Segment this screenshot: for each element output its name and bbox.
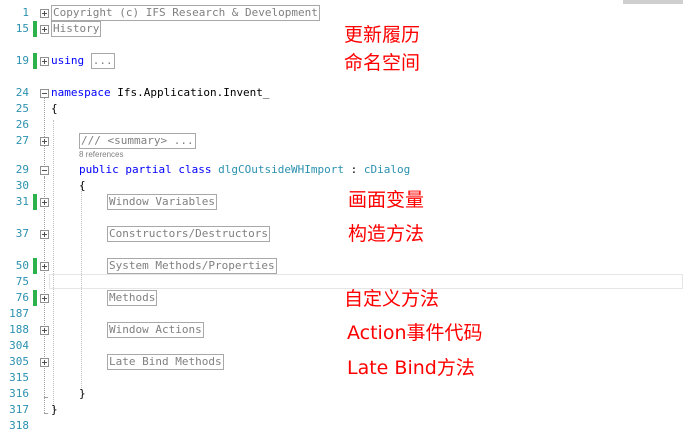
line-number: 27 (15, 134, 29, 147)
annotation-window-variables: 画面变量 (348, 189, 425, 211)
code-line: 37 Constructors/Destructors (0, 226, 683, 242)
line-number: 188 (9, 323, 29, 336)
code-editor[interactable]: 1 Copyright (c) IFS Research & Developme… (0, 0, 683, 446)
collapsed-region-window-actions[interactable]: Window Actions (107, 322, 204, 338)
collapsed-region-constructors[interactable]: Constructors/Destructors (107, 226, 270, 242)
line-number: 304 (9, 339, 29, 352)
expand-region-icon[interactable] (40, 326, 49, 335)
collapse-region-icon[interactable] (40, 89, 49, 98)
change-indicator (33, 53, 37, 69)
line-number: 30 (15, 179, 29, 192)
code-line: 315 (0, 370, 683, 386)
expand-region-icon[interactable] (40, 198, 49, 207)
expand-region-icon[interactable] (40, 230, 49, 239)
inheritance-colon: : (343, 163, 364, 176)
scrollbar-thumb[interactable] (623, 0, 683, 4)
code-line: 316 } (0, 386, 683, 402)
line-number: 24 (15, 86, 29, 99)
expand-region-icon[interactable] (40, 294, 49, 303)
code-line: 188 Window Actions (0, 322, 683, 338)
line-number: 75 (15, 275, 29, 288)
line-number: 1 (22, 6, 29, 19)
code-line: 29 public partial class dlgCOutsideWHImp… (0, 162, 683, 178)
codelens-references[interactable]: 8 references (79, 150, 123, 160)
line-number: 317 (9, 403, 29, 416)
collapsed-region-history[interactable]: History (51, 21, 102, 37)
change-indicator (33, 21, 37, 37)
change-indicator (33, 194, 37, 210)
class-name: dlgCOutsideWHImport (218, 163, 344, 176)
annotation-namespace: 命名空间 (344, 52, 421, 74)
collapsed-region-window-variables[interactable]: Window Variables (107, 194, 217, 210)
line-number: 19 (15, 54, 29, 67)
code-line: 15 History (0, 21, 683, 37)
close-brace: } (79, 387, 86, 400)
code-line: 27 /// <summary> ... (0, 133, 683, 149)
code-line: 187 (0, 306, 683, 322)
code-line: 30 { (0, 178, 683, 194)
code-line: 75 (0, 274, 683, 290)
code-line: 25 { (0, 101, 683, 117)
line-number: 15 (15, 22, 29, 35)
annotation-late-bind: Late Bind方法 (347, 357, 475, 379)
change-indicator (33, 258, 37, 274)
code-line: 76 Methods (0, 290, 683, 306)
keyword-namespace: namespace (51, 86, 111, 99)
namespace-name: Ifs.Application.Invent_ (110, 86, 270, 99)
collapsed-region-methods[interactable]: Methods (107, 290, 158, 306)
expand-region-icon[interactable] (40, 9, 49, 18)
expand-region-icon[interactable] (40, 25, 49, 34)
code-line: 24 namespace Ifs.Application.Invent_ (0, 85, 683, 101)
line-number: 50 (15, 259, 29, 272)
collapsed-region-copyright[interactable]: Copyright (c) IFS Research & Development (51, 5, 320, 21)
keyword-public: public (79, 163, 119, 176)
line-number: 76 (15, 291, 29, 304)
expand-region-icon[interactable] (40, 137, 49, 146)
line-number: 26 (15, 118, 29, 131)
line-number: 318 (9, 419, 29, 432)
line-number: 37 (15, 227, 29, 240)
change-indicator (33, 290, 37, 306)
line-number: 305 (9, 355, 29, 368)
close-brace: } (51, 403, 58, 416)
open-brace: { (79, 179, 86, 192)
code-line: 304 (0, 338, 683, 354)
code-line: 31 Window Variables (0, 194, 683, 210)
code-line: 19 using ... (0, 53, 683, 69)
collapsed-region-late-bind[interactable]: Late Bind Methods (107, 354, 224, 370)
collapsed-region-system-methods[interactable]: System Methods/Properties (107, 258, 277, 274)
line-number: 25 (15, 102, 29, 115)
line-number: 29 (15, 163, 29, 176)
collapsed-region-summary[interactable]: /// <summary> ... (79, 133, 196, 149)
base-class-name: cDialog (363, 163, 411, 176)
expand-region-icon[interactable] (40, 358, 49, 367)
keyword-using: using (51, 54, 85, 67)
code-line: 50 System Methods/Properties (0, 258, 683, 274)
expand-region-icon[interactable] (40, 262, 49, 271)
annotation-constructors: 构造方法 (348, 223, 425, 245)
code-line: 1 Copyright (c) IFS Research & Developme… (0, 5, 683, 21)
collapse-region-icon[interactable] (40, 166, 49, 175)
expand-region-icon[interactable] (40, 57, 49, 66)
annotation-history: 更新履历 (344, 24, 421, 46)
line-number: 316 (9, 387, 29, 400)
collapsed-region-using[interactable]: ... (90, 53, 115, 69)
open-brace: { (51, 102, 58, 115)
code-line: 305 Late Bind Methods (0, 354, 683, 370)
keyword-partial: partial (125, 163, 172, 176)
code-line: 26 (0, 117, 683, 133)
line-number: 315 (9, 371, 29, 384)
annotation-methods: 自定义方法 (344, 288, 440, 310)
code-line: 318 (0, 418, 683, 434)
keyword-class: class (178, 163, 212, 176)
line-number: 187 (9, 307, 29, 320)
code-line: 317 } (0, 402, 683, 418)
line-number: 31 (15, 195, 29, 208)
annotation-window-actions: Action事件代码 (347, 322, 483, 344)
